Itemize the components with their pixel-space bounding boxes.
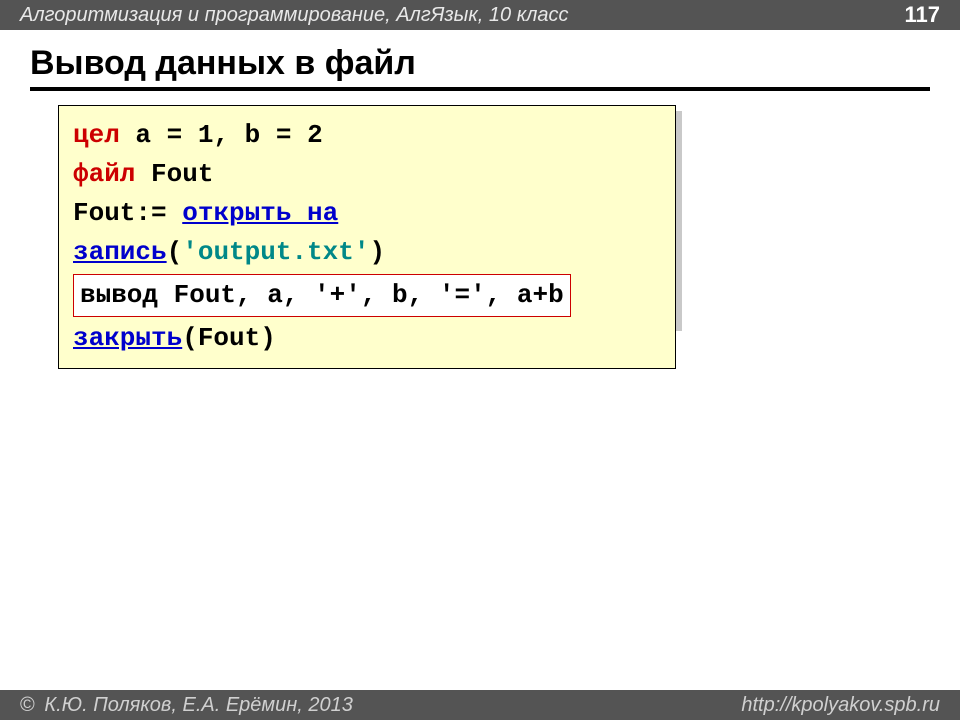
keyword-func: закрыть: [73, 323, 182, 353]
code-text: =: [167, 120, 183, 150]
code-text: =: [276, 120, 292, 150]
code-text: Fout:=: [73, 198, 167, 228]
breadcrumb: Алгоритмизация и программирование, АлгЯз…: [20, 4, 569, 27]
code-text: (Fout): [182, 323, 276, 353]
code-line-4: вывод Fout, a, '+', b, '=', a+b: [73, 272, 661, 319]
content: Вывод данных в файл цел a = 1, b = 2 фай…: [0, 30, 960, 369]
keyword-type: файл: [73, 159, 135, 189]
code-text: , b: [213, 120, 260, 150]
code-line-2: файл Fout: [73, 155, 661, 194]
code-box: цел a = 1, b = 2 файл Fout Fout:= открыт…: [58, 105, 676, 369]
code-text: ): [369, 237, 385, 267]
code-line-3: Fout:= открыть на запись('output.txt'): [73, 194, 661, 272]
page-number: 117: [905, 2, 941, 28]
code-text: a: [120, 120, 151, 150]
keyword-type: цел: [73, 120, 120, 150]
code-text: (: [167, 237, 183, 267]
code-line-5: закрыть(Fout): [73, 319, 661, 358]
code-text: Fout: [135, 159, 213, 189]
page-title: Вывод данных в файл: [30, 44, 930, 91]
highlighted-code: вывод Fout, a, '+', b, '=', a+b: [73, 274, 571, 317]
footer-url: http://kpolyakov.spb.ru: [741, 694, 940, 717]
header-bar: Алгоритмизация и программирование, АлгЯз…: [0, 0, 960, 30]
code-text: 2: [307, 120, 323, 150]
footer-bar: © К.Ю. Поляков, Е.А. Ерёмин, 2013 http:/…: [0, 690, 960, 720]
string-literal: 'output.txt': [182, 237, 369, 267]
copyright-symbol: ©: [20, 694, 35, 716]
code-line-1: цел a = 1, b = 2: [73, 116, 661, 155]
code-text: 1: [198, 120, 214, 150]
copyright-text: К.Ю. Поляков, Е.А. Ерёмин, 2013: [44, 694, 353, 716]
code-box-wrapper: цел a = 1, b = 2 файл Fout Fout:= открыт…: [58, 105, 930, 369]
copyright: © К.Ю. Поляков, Е.А. Ерёмин, 2013: [20, 694, 353, 717]
